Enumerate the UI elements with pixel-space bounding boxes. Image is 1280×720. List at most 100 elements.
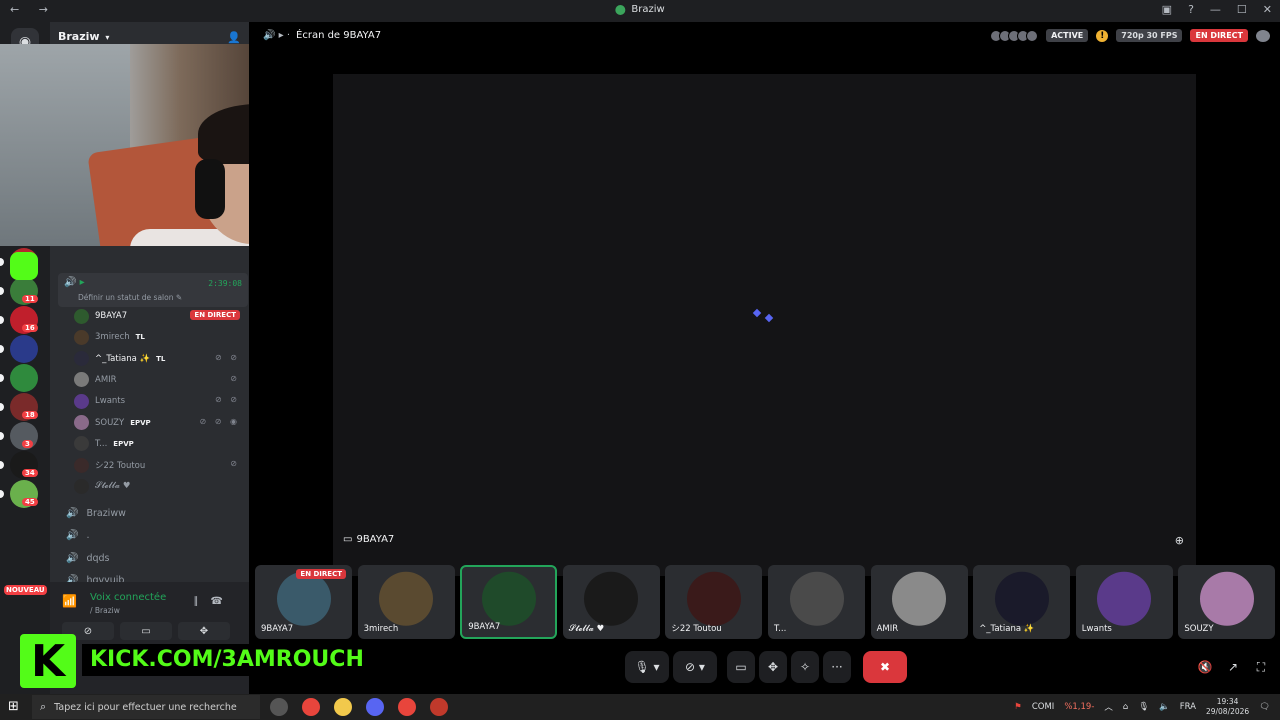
network-icon[interactable]: ⌂	[1123, 702, 1128, 712]
camera-button[interactable]: ⊘ ▾	[673, 651, 717, 683]
participant-tile[interactable]: シ22 Toutou	[665, 565, 763, 639]
minimize-button[interactable]: —	[1210, 3, 1221, 16]
close-button[interactable]: ✕	[1263, 3, 1272, 16]
add-member-icon[interactable]: 👤	[227, 31, 241, 44]
participant-tile[interactable]: SOUZY	[1178, 565, 1276, 639]
chrome-icon[interactable]	[398, 698, 416, 716]
participant-avatar	[1199, 571, 1254, 626]
file-explorer-icon[interactable]	[334, 698, 352, 716]
participant-tile[interactable]: EN DIRECT 9BAYA7	[255, 565, 352, 639]
activities-button[interactable]: ✥	[759, 651, 787, 683]
tray-chevron-icon[interactable]: ︿	[1104, 701, 1113, 713]
search-icon: ⌕	[40, 700, 47, 713]
tray-comi[interactable]: COMI	[1032, 702, 1054, 712]
stage-user-label: ▭ 9BAYA7	[343, 534, 394, 545]
windows-taskbar: ⊞ ⌕ Tapez ici pour effectuer une recherc…	[0, 694, 1280, 720]
member-name: SOUZY	[95, 417, 125, 428]
zoom-icon[interactable]: ⊕	[1175, 534, 1184, 547]
microphone-icon[interactable]: 🎙	[1138, 702, 1149, 712]
clock[interactable]: 19:34 29/08/2026	[1206, 697, 1249, 717]
voice-channel-item[interactable]: 🔊 dqds	[66, 549, 110, 567]
avatar	[74, 457, 89, 473]
notification-icon[interactable]: 🗨	[1259, 702, 1270, 712]
participant-label: SOUZY	[1184, 624, 1214, 634]
voice-member[interactable]: 9BAYA7 EN DIRECT	[74, 306, 244, 326]
kick-server-icon[interactable]	[10, 252, 38, 280]
voice-status-sub: / Braziw	[90, 606, 120, 615]
member-name: Lwants	[95, 396, 126, 407]
mute-button[interactable]: 🎙 ▾	[625, 651, 669, 683]
stream-topbar: 🔊 ▸ · Écran de 9BAYA7 ACTIVE ! 720p 30 F…	[249, 22, 1280, 52]
participant-tile[interactable]: Lwants	[1075, 565, 1173, 639]
participant-label: ^_Tatiana ✨	[979, 624, 1035, 634]
inbox-icon[interactable]: ▣	[1162, 3, 1172, 16]
voice-member[interactable]: ^_Tatiana ✨ TL ⊘ ⊘	[74, 349, 244, 369]
server-icon[interactable]	[10, 364, 38, 392]
disconnect-icon[interactable]: ☎	[211, 596, 235, 607]
voice-member[interactable]: Lwants ⊘ ⊘	[74, 391, 244, 411]
channel-status[interactable]: Définir un statut de salon ✎	[78, 293, 182, 302]
participant-tile[interactable]: AMIR	[870, 565, 968, 639]
voice-channel-item[interactable]: 🔊.	[66, 527, 89, 545]
volume-button[interactable]: 🔇	[1193, 651, 1217, 683]
more-button[interactable]: ···	[823, 651, 851, 683]
windows-start-icon[interactable]: ⊞	[8, 699, 19, 714]
screen-share-button[interactable]: ▭	[727, 651, 755, 683]
participant-tile[interactable]: 𝓢𝓽𝓮𝓵𝓵𝓪 ♥	[562, 565, 660, 639]
popout-button[interactable]: ↗	[1221, 651, 1245, 683]
title-bar: ← → Braziw ▣ ? — ☐ ✕	[0, 0, 1280, 22]
history-nav[interactable]: ← →	[10, 3, 56, 16]
window-title-text: Braziw	[631, 4, 665, 15]
participant-tile[interactable]: 9BAYA7	[460, 565, 558, 639]
participant-tile[interactable]: 3mirech	[357, 565, 455, 639]
headphones-icon	[195, 159, 225, 219]
participant-tile[interactable]: T...	[768, 565, 865, 639]
voice-member[interactable]: AMIR ⊘	[74, 370, 244, 390]
viewer-avatars[interactable]	[990, 29, 1039, 42]
server-mention-badge: 11	[22, 295, 38, 303]
avatar	[74, 478, 89, 494]
chat-icon[interactable]	[1256, 29, 1270, 42]
participant-label: T...	[774, 624, 787, 634]
participant-tile[interactable]: ^_Tatiana ✨	[973, 565, 1071, 639]
server-icon[interactable]	[10, 335, 38, 363]
active-voice-channel[interactable]: 🔊 ▸ Définir un statut de salon ✎ 2:39:08	[58, 273, 248, 307]
soundboard-button[interactable]: ✧	[791, 651, 819, 683]
help-icon[interactable]: ?	[1188, 3, 1194, 16]
voice-status[interactable]: Voix connectée	[90, 592, 166, 603]
participant-label: 9BAYA7	[468, 622, 501, 632]
maximize-button[interactable]: ☐	[1237, 3, 1247, 16]
stream-title-text: Écran de 9BAYA7	[296, 30, 382, 41]
quality-badge[interactable]: 720p 30 FPS	[1116, 29, 1183, 42]
language[interactable]: FRA	[1180, 702, 1196, 712]
member-name: シ22 Toutou	[95, 461, 146, 472]
chevron-down-icon: ▾	[102, 33, 110, 42]
voice-member[interactable]: SOUZY EPVP ⊘ ⊘ ◉	[74, 413, 244, 433]
voice-channel-item[interactable]: 🔊 Braziww	[66, 504, 126, 522]
unread-indicator	[0, 374, 4, 382]
discord-icon[interactable]	[366, 698, 384, 716]
activity-badge[interactable]: ACTIVE	[1046, 29, 1089, 42]
disconnect-button[interactable]: ✖	[863, 651, 907, 683]
participant-label: Lwants	[1081, 624, 1112, 634]
fullscreen-button[interactable]: ⛶	[1249, 651, 1273, 683]
task-view-icon[interactable]	[270, 698, 288, 716]
voice-member[interactable]: シ22 Toutou ⊘	[74, 455, 244, 475]
camera-off-icon: ⊘ ▾	[685, 660, 705, 674]
warning-icon[interactable]: !	[1096, 29, 1109, 42]
app-icon[interactable]	[430, 698, 448, 716]
unread-indicator	[0, 258, 4, 266]
participant-avatar	[379, 571, 434, 626]
member-name: T...	[95, 438, 108, 449]
server-mention-badge: 3	[22, 440, 33, 448]
voice-member[interactable]: T... EPVP	[74, 434, 244, 454]
kick-url: KICK.COM/3AMROUCH	[82, 644, 372, 676]
stream-stage[interactable]: ▭ 9BAYA7 ⊕	[333, 74, 1196, 576]
speaker-icon[interactable]: 🔈	[1159, 702, 1170, 712]
taskbar-search[interactable]: ⌕ Tapez ici pour effectuer une recherche	[32, 695, 260, 719]
voice-member[interactable]: 𝓢𝓽𝓮𝓵𝓵𝓪 ♥	[74, 476, 244, 496]
voice-member[interactable]: 3mirech TL	[74, 327, 244, 347]
noise-suppression-icon[interactable]: ∥	[194, 596, 211, 607]
chrome-icon[interactable]	[302, 698, 320, 716]
server-mention-badge: 45	[22, 498, 38, 506]
